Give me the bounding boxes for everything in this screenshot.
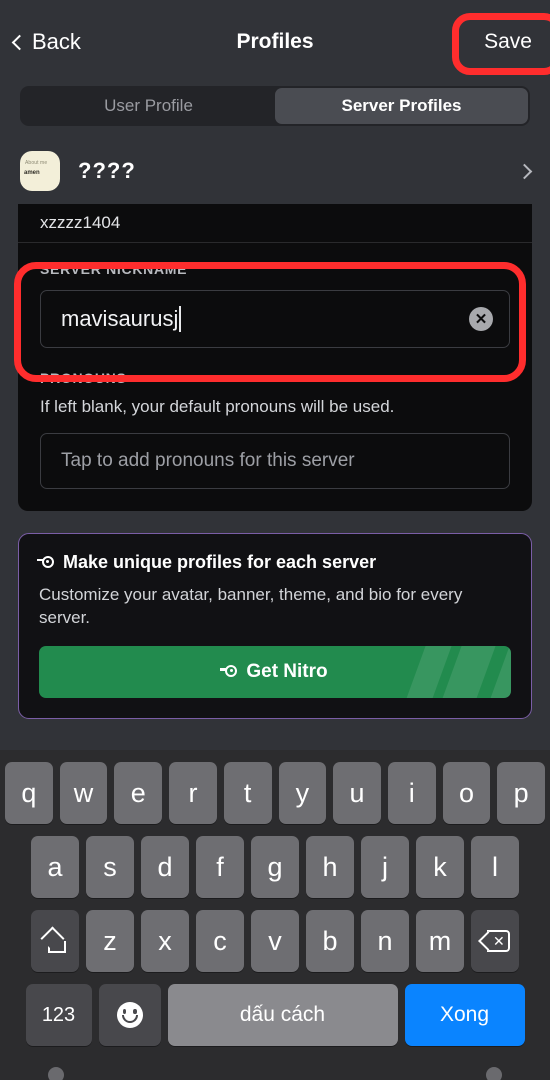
shift-icon [44, 929, 66, 953]
key-x[interactable]: x [141, 910, 189, 972]
keyboard-row-4: 123 dấu cách Xong [0, 984, 550, 1046]
key-f[interactable]: f [196, 836, 244, 898]
get-nitro-button[interactable]: Get Nitro [39, 645, 511, 698]
server-selector-row[interactable]: About me amen ???? [0, 138, 550, 204]
key-k[interactable]: k [416, 836, 464, 898]
avatar-text-line1: About me [25, 160, 48, 166]
clear-icon[interactable]: ✕ [469, 307, 493, 331]
key-l[interactable]: l [471, 836, 519, 898]
nitro-icon [220, 664, 238, 679]
scrolled-field-value: xzzzz1404 [40, 213, 121, 232]
server-nickname-section: SERVER NICKNAME mavisaurusj ✕ [18, 243, 532, 366]
key-d[interactable]: d [141, 836, 189, 898]
profile-tab-switcher: User Profile Server Profiles [20, 86, 530, 126]
numeric-key[interactable]: 123 [25, 984, 92, 1046]
page-title: Profiles [236, 30, 314, 53]
key-z[interactable]: z [86, 910, 134, 972]
back-label: Back [32, 29, 81, 54]
navigation-bar: Back Profiles Save [0, 0, 550, 84]
key-c[interactable]: c [196, 910, 244, 972]
keyboard-row-3: z x c v b n m ✕ [0, 910, 550, 972]
get-nitro-label: Get Nitro [246, 660, 328, 682]
nitro-heading-row: Make unique profiles for each server [37, 552, 511, 573]
back-button[interactable]: Back [11, 29, 81, 55]
key-p[interactable]: p [497, 762, 546, 824]
pronouns-placeholder: Tap to add pronouns for this server [61, 450, 355, 471]
nitro-icon [37, 555, 55, 570]
chevron-left-icon [11, 34, 28, 51]
keyboard-row-2: a s d f g h j k l [0, 836, 550, 898]
key-u[interactable]: u [333, 762, 381, 824]
done-key[interactable]: Xong [404, 984, 525, 1046]
nitro-promo-card: Make unique profiles for each server Cus… [18, 533, 532, 719]
key-o[interactable]: o [442, 762, 491, 824]
pronouns-field[interactable]: Tap to add pronouns for this server [40, 433, 510, 489]
key-w[interactable]: w [59, 762, 108, 824]
bottom-dot-left [48, 1067, 64, 1080]
key-y[interactable]: y [278, 762, 327, 824]
backspace-icon: ✕ [478, 930, 510, 952]
backspace-key[interactable]: ✕ [471, 910, 519, 972]
phone-screen: Back Profiles Save User Profile Server P… [0, 0, 550, 1080]
key-i[interactable]: i [387, 762, 436, 824]
pronouns-help-text: If left blank, your default pronouns wil… [40, 397, 395, 416]
key-n[interactable]: n [361, 910, 409, 972]
server-nickname-field[interactable]: mavisaurusj ✕ [40, 290, 510, 348]
pronouns-label: PRONOUNS [40, 370, 127, 386]
key-q[interactable]: q [4, 762, 53, 824]
text-cursor [179, 306, 182, 332]
server-avatar: About me amen [20, 151, 60, 191]
bottom-dot-right [486, 1067, 502, 1080]
emoji-key[interactable] [98, 984, 161, 1046]
key-e[interactable]: e [114, 762, 163, 824]
key-h[interactable]: h [306, 836, 354, 898]
nitro-subtitle: Customize your avatar, banner, theme, an… [39, 585, 463, 627]
avatar-text-line2: amen [24, 170, 40, 176]
bottom-indicator [0, 1067, 550, 1080]
key-j[interactable]: j [361, 836, 409, 898]
save-button[interactable]: Save [484, 30, 536, 54]
key-m[interactable]: m [416, 910, 464, 972]
key-s[interactable]: s [86, 836, 134, 898]
key-b[interactable]: b [306, 910, 354, 972]
key-r[interactable]: r [169, 762, 217, 824]
key-t[interactable]: t [223, 762, 272, 824]
tab-server-profiles[interactable]: Server Profiles [275, 88, 528, 124]
pronouns-section: PRONOUNS If left blank, your default pro… [18, 366, 532, 511]
key-a[interactable]: a [31, 836, 79, 898]
keyboard-row-1: q w e r t y u i o p [0, 762, 550, 824]
space-key[interactable]: dấu cách [167, 984, 398, 1046]
key-v[interactable]: v [251, 910, 299, 972]
tab-user-profile[interactable]: User Profile [22, 88, 275, 124]
scrolled-field-row[interactable]: xzzzz1404 [18, 204, 532, 242]
server-nickname-label: SERVER NICKNAME [40, 261, 188, 277]
key-g[interactable]: g [251, 836, 299, 898]
server-name: ???? [78, 158, 136, 183]
server-nickname-value: mavisaurusj [61, 306, 179, 331]
chevron-right-icon [516, 163, 533, 179]
emoji-icon [116, 1002, 143, 1028]
shift-key[interactable] [31, 910, 79, 972]
nitro-heading: Make unique profiles for each server [63, 552, 377, 572]
on-screen-keyboard: q w e r t y u i o p a s d f g h j k l z [0, 750, 550, 1080]
